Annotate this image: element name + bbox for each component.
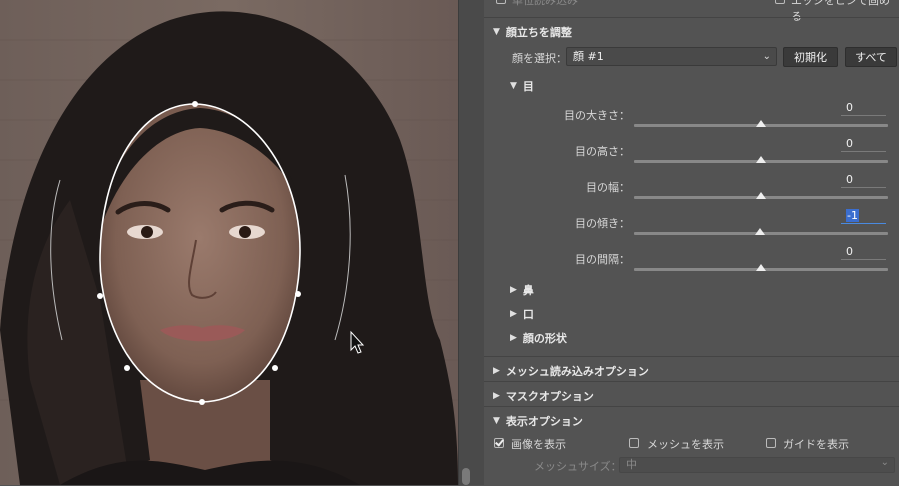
- chevron-down-icon: ⌄: [762, 51, 771, 62]
- eye-slider-label: 目の傾き：: [575, 217, 630, 230]
- photo-canvas[interactable]: [0, 0, 458, 485]
- checkbox-top-right[interactable]: [775, 0, 785, 4]
- display-options-header[interactable]: ▼ 表示オプション: [493, 413, 583, 429]
- canvas-scrollbar[interactable]: [458, 0, 485, 485]
- portrait-image: [0, 0, 458, 485]
- scrollbar-thumb[interactable]: [462, 468, 470, 485]
- triangle-right-icon: ▶: [493, 391, 500, 401]
- eye-slider-thumb[interactable]: [756, 264, 766, 271]
- eye-slider-value: 0: [846, 245, 853, 258]
- eye-slider-label: 目の幅：: [586, 181, 630, 194]
- face-adjust-title: 顔立ちを調整: [505, 26, 572, 39]
- mesh-load-header[interactable]: ▶ メッシュ読み込みオプション: [493, 363, 649, 379]
- eye-slider-value: 0: [846, 137, 853, 150]
- eye-slider-label: 目の間隔：: [575, 253, 630, 266]
- mouth-subheader[interactable]: ▶ 口: [510, 306, 534, 322]
- mesh-size-dropdown[interactable]: 中 ⌄: [619, 457, 895, 473]
- eye-slider-value: 0: [846, 173, 853, 186]
- show-mesh-label: メッシュを表示: [647, 438, 724, 451]
- eye-slider-value: 0: [846, 101, 853, 114]
- face-shape-title: 顔の形状: [522, 332, 567, 345]
- face-select-value: 顔 #1: [573, 50, 604, 63]
- triangle-down-icon: ▼: [493, 416, 500, 426]
- show-mesh-checkbox[interactable]: [629, 438, 639, 448]
- mouth-title: 口: [522, 308, 534, 321]
- eye-slider-label: 目の高さ：: [575, 145, 630, 158]
- eyes-title: 目: [522, 80, 534, 93]
- triangle-down-icon: ▼: [510, 81, 517, 91]
- triangle-right-icon: ▶: [493, 366, 500, 376]
- mesh-size-value: 中: [626, 458, 637, 471]
- all-button[interactable]: すべて: [845, 47, 897, 67]
- eye-slider-value-input[interactable]: 0: [841, 172, 886, 188]
- eye-slider-value-input[interactable]: 0: [841, 244, 886, 260]
- top-left-checkbox-label: 単位読み込み: [512, 0, 578, 7]
- triangle-down-icon: ▼: [493, 27, 500, 37]
- eye-slider-thumb[interactable]: [756, 192, 766, 199]
- face-adjust-header[interactable]: ▼ 顔立ちを調整: [493, 24, 572, 40]
- mesh-size-label: メッシュサイズ：: [534, 460, 622, 473]
- triangle-right-icon: ▶: [510, 333, 517, 343]
- eye-slider-value-input[interactable]: 0: [841, 100, 886, 116]
- chevron-down-icon: ⌄: [880, 457, 889, 468]
- show-guide-checkbox[interactable]: [766, 438, 776, 448]
- eyes-subheader[interactable]: ▼ 目: [510, 78, 534, 94]
- eye-slider-value-input[interactable]: 0: [841, 136, 886, 152]
- triangle-right-icon: ▶: [510, 309, 517, 319]
- nose-title: 鼻: [522, 284, 534, 297]
- mesh-load-title: メッシュ読み込みオプション: [505, 365, 649, 378]
- face-select-dropdown[interactable]: 顔 #1 ⌄: [566, 47, 777, 66]
- face-shape-subheader[interactable]: ▶ 顔の形状: [510, 330, 567, 346]
- show-image-checkbox[interactable]: [494, 438, 504, 448]
- checkbox-top-left[interactable]: [496, 0, 506, 4]
- mask-options-header[interactable]: ▶ マスクオプション: [493, 388, 594, 404]
- show-image-label: 画像を表示: [511, 438, 566, 451]
- reset-button[interactable]: 初期化: [783, 47, 838, 67]
- properties-panel: 単位読み込み エッジをピンで固める ▼ 顔立ちを調整 顔を選択： 顔 #1 ⌄ …: [484, 0, 899, 485]
- select-face-label: 顔を選択：: [512, 52, 567, 65]
- eye-slider-value-input[interactable]: -1: [841, 208, 886, 224]
- eye-slider-label: 目の大きさ：: [564, 109, 630, 122]
- display-options-title: 表示オプション: [505, 415, 583, 428]
- show-guide-label: ガイドを表示: [783, 438, 849, 451]
- nose-subheader[interactable]: ▶ 鼻: [510, 282, 534, 298]
- mask-options-title: マスクオプション: [505, 390, 594, 403]
- eye-slider-value: -1: [846, 209, 859, 222]
- triangle-right-icon: ▶: [510, 285, 517, 295]
- eye-slider-thumb[interactable]: [756, 120, 766, 127]
- eye-slider-thumb[interactable]: [756, 156, 766, 163]
- eye-slider-thumb[interactable]: [755, 228, 766, 235]
